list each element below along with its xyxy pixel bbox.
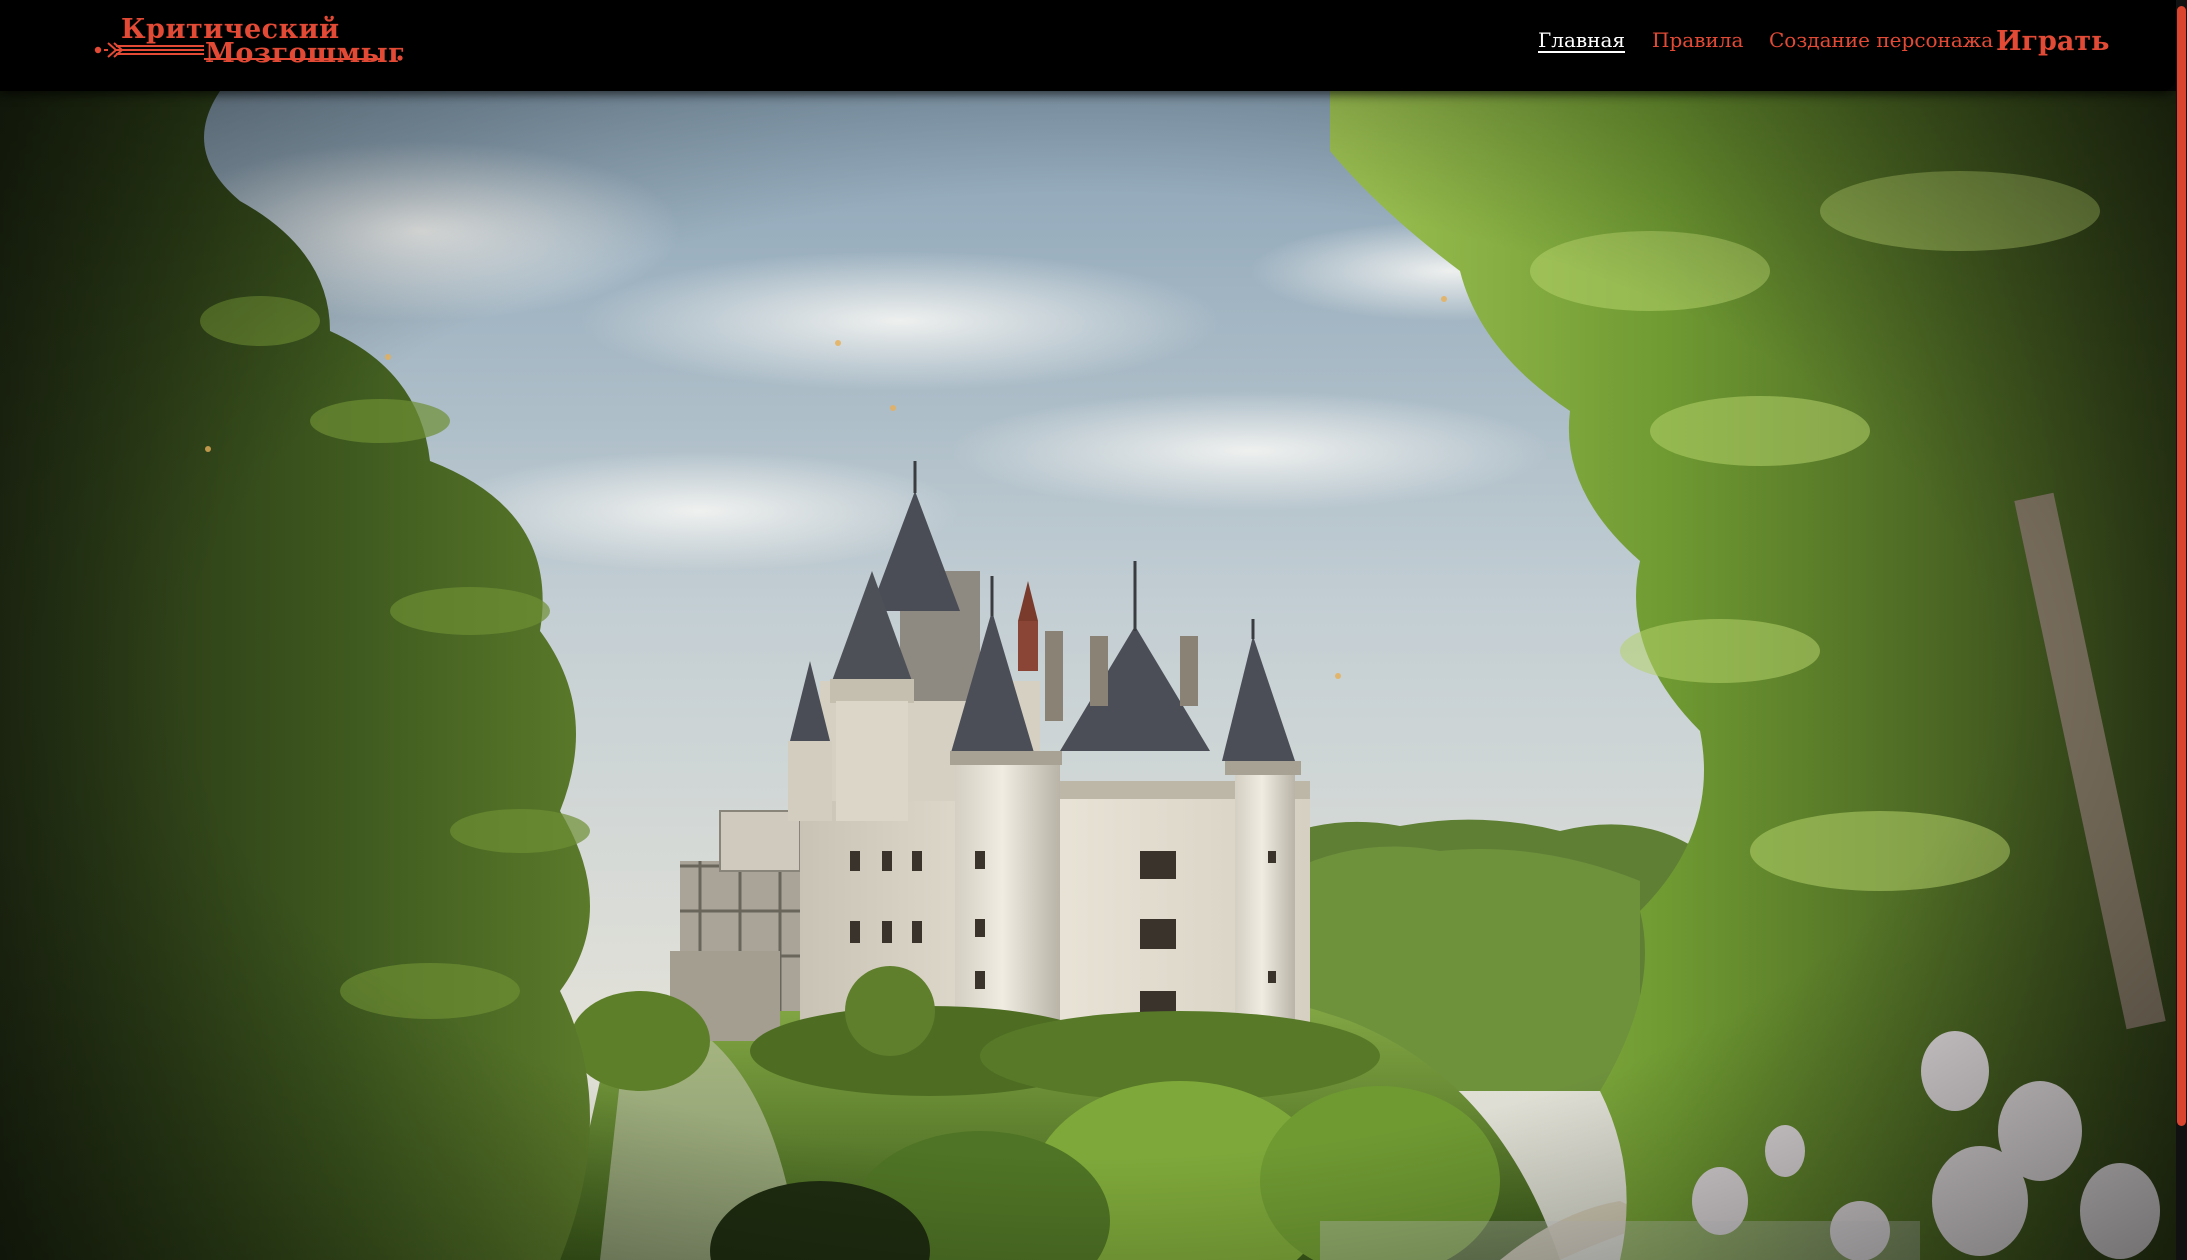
nav-link-character-creation[interactable]: Создание персонажа <box>1769 28 1993 52</box>
nav-link-play[interactable]: Играть <box>1996 26 2109 57</box>
main-nav: Главная Правила Создание персонажа Играт… <box>0 26 2176 64</box>
hero-banner <box>0 91 2176 1260</box>
page-scrollbar[interactable] <box>2176 0 2187 1260</box>
page: Критический Мозгошмыг Главная Правила Со… <box>0 0 2187 1260</box>
hero-castle-image <box>0 91 2176 1260</box>
nav-link-rules[interactable]: Правила <box>1652 28 1743 52</box>
nav-link-home[interactable]: Главная <box>1538 28 1625 52</box>
top-navbar: Критический Мозгошмыг Главная Правила Со… <box>0 0 2176 91</box>
scrollbar-thumb[interactable] <box>2177 6 2186 1126</box>
